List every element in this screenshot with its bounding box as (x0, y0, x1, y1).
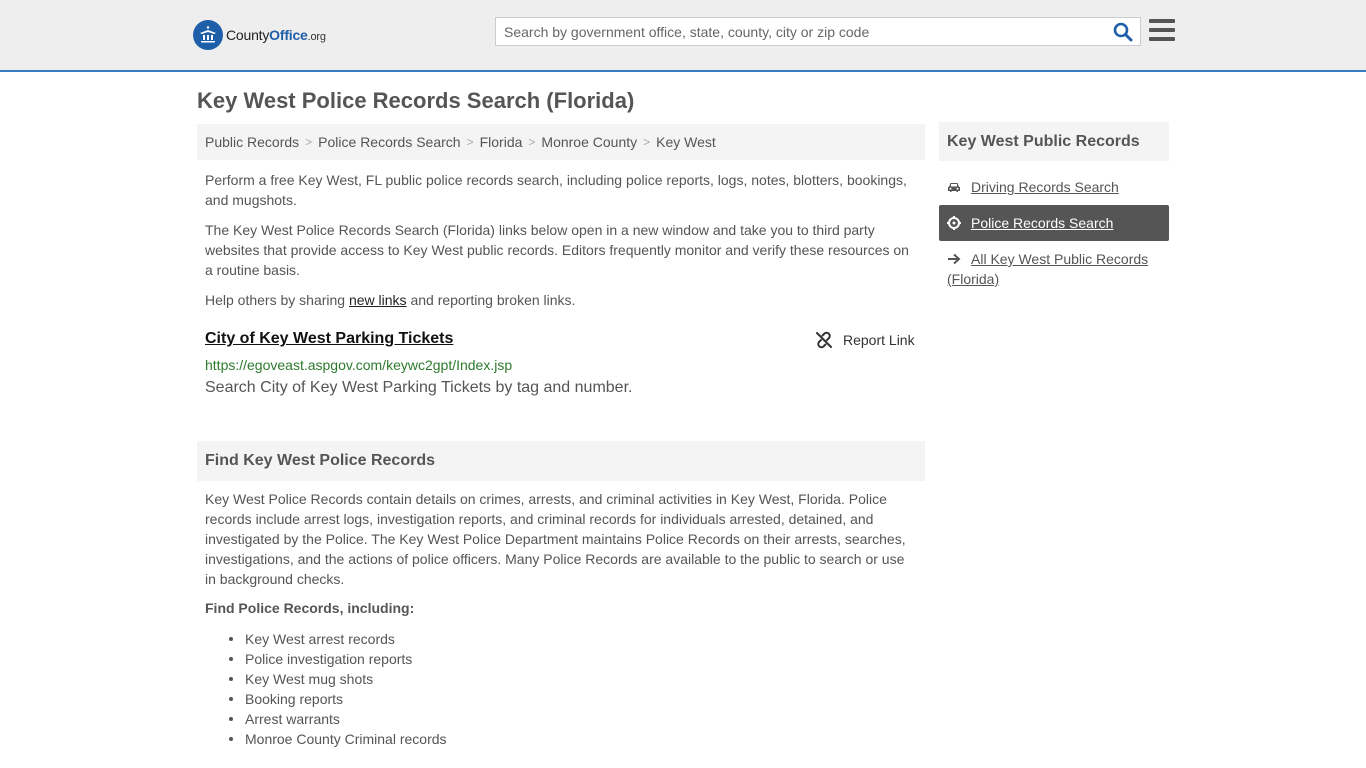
breadcrumb-public-records[interactable]: Public Records (205, 134, 299, 150)
sidebar-heading: Key West Public Records (939, 122, 1169, 161)
breadcrumb-police-records-search[interactable]: Police Records Search (318, 134, 460, 150)
search-bar (495, 17, 1141, 46)
breadcrumb-florida[interactable]: Florida (480, 134, 523, 150)
search-button[interactable] (1106, 18, 1140, 45)
listing-title-link[interactable]: City of Key West Parking Tickets (205, 330, 453, 348)
intro-paragraph: Perform a free Key West, FL public polic… (205, 172, 907, 208)
logo-text: CountyOffice.org (226, 27, 326, 43)
crosshair-icon (947, 213, 963, 233)
chevron-right-icon: > (305, 135, 313, 149)
section-heading: Find Key West Police Records (197, 441, 925, 481)
breadcrumb-monroe-county[interactable]: Monroe County (541, 134, 637, 150)
sidebar-item-all-public-records[interactable]: All Key West Public Records (Florida) (939, 249, 1169, 289)
sidebar-item-label: All Key West Public Records (Florida) (947, 251, 1149, 287)
listing-url: https://egoveast.aspgov.com/keywc2gpt/In… (205, 357, 513, 373)
chevron-right-icon: > (643, 135, 651, 149)
new-links-link[interactable]: new links (349, 292, 407, 308)
report-link-label: Report Link (843, 332, 915, 348)
sidebar-item-driving-records[interactable]: Driving Records Search (939, 177, 1169, 197)
intro-paragraph: The Key West Police Records Search (Flor… (205, 222, 909, 278)
records-list: Key West arrest records Police investiga… (227, 629, 447, 749)
list-item: Monroe County Criminal records (227, 729, 447, 749)
hamburger-menu-icon[interactable] (1149, 18, 1175, 42)
list-item: Key West mug shots (227, 669, 447, 689)
car-icon (947, 177, 963, 197)
sidebar-item-label: Driving Records Search (971, 179, 1119, 195)
chevron-right-icon: > (528, 135, 536, 149)
site-header: CountyOffice.org (0, 0, 1366, 72)
search-input[interactable] (496, 18, 1106, 45)
page-title: Key West Police Records Search (Florida) (197, 88, 635, 113)
sidebar-item-label: Police Records Search (971, 215, 1114, 231)
arrow-right-icon (947, 249, 963, 269)
search-icon (1113, 22, 1133, 41)
list-item: Police investigation reports (227, 649, 447, 669)
seal-icon (193, 20, 223, 50)
report-link-button[interactable]: Report Link (815, 331, 915, 349)
section-subheading: Find Police Records, including: (205, 600, 415, 616)
list-item: Key West arrest records (227, 629, 447, 649)
chevron-right-icon: > (466, 135, 474, 149)
list-item: Arrest warrants (227, 709, 447, 729)
broken-link-icon (816, 331, 832, 349)
breadcrumb-key-west[interactable]: Key West (656, 134, 716, 150)
listing-description: Search City of Key West Parking Tickets … (205, 379, 633, 396)
breadcrumb: Public Records > Police Records Search >… (197, 124, 925, 160)
site-logo[interactable]: CountyOffice.org (193, 20, 326, 50)
sidebar-item-police-records[interactable]: Police Records Search (939, 205, 1169, 241)
list-item: Booking reports (227, 689, 447, 709)
share-paragraph: Help others by sharing new links and rep… (205, 292, 576, 308)
section-body: Key West Police Records contain details … (205, 491, 906, 587)
